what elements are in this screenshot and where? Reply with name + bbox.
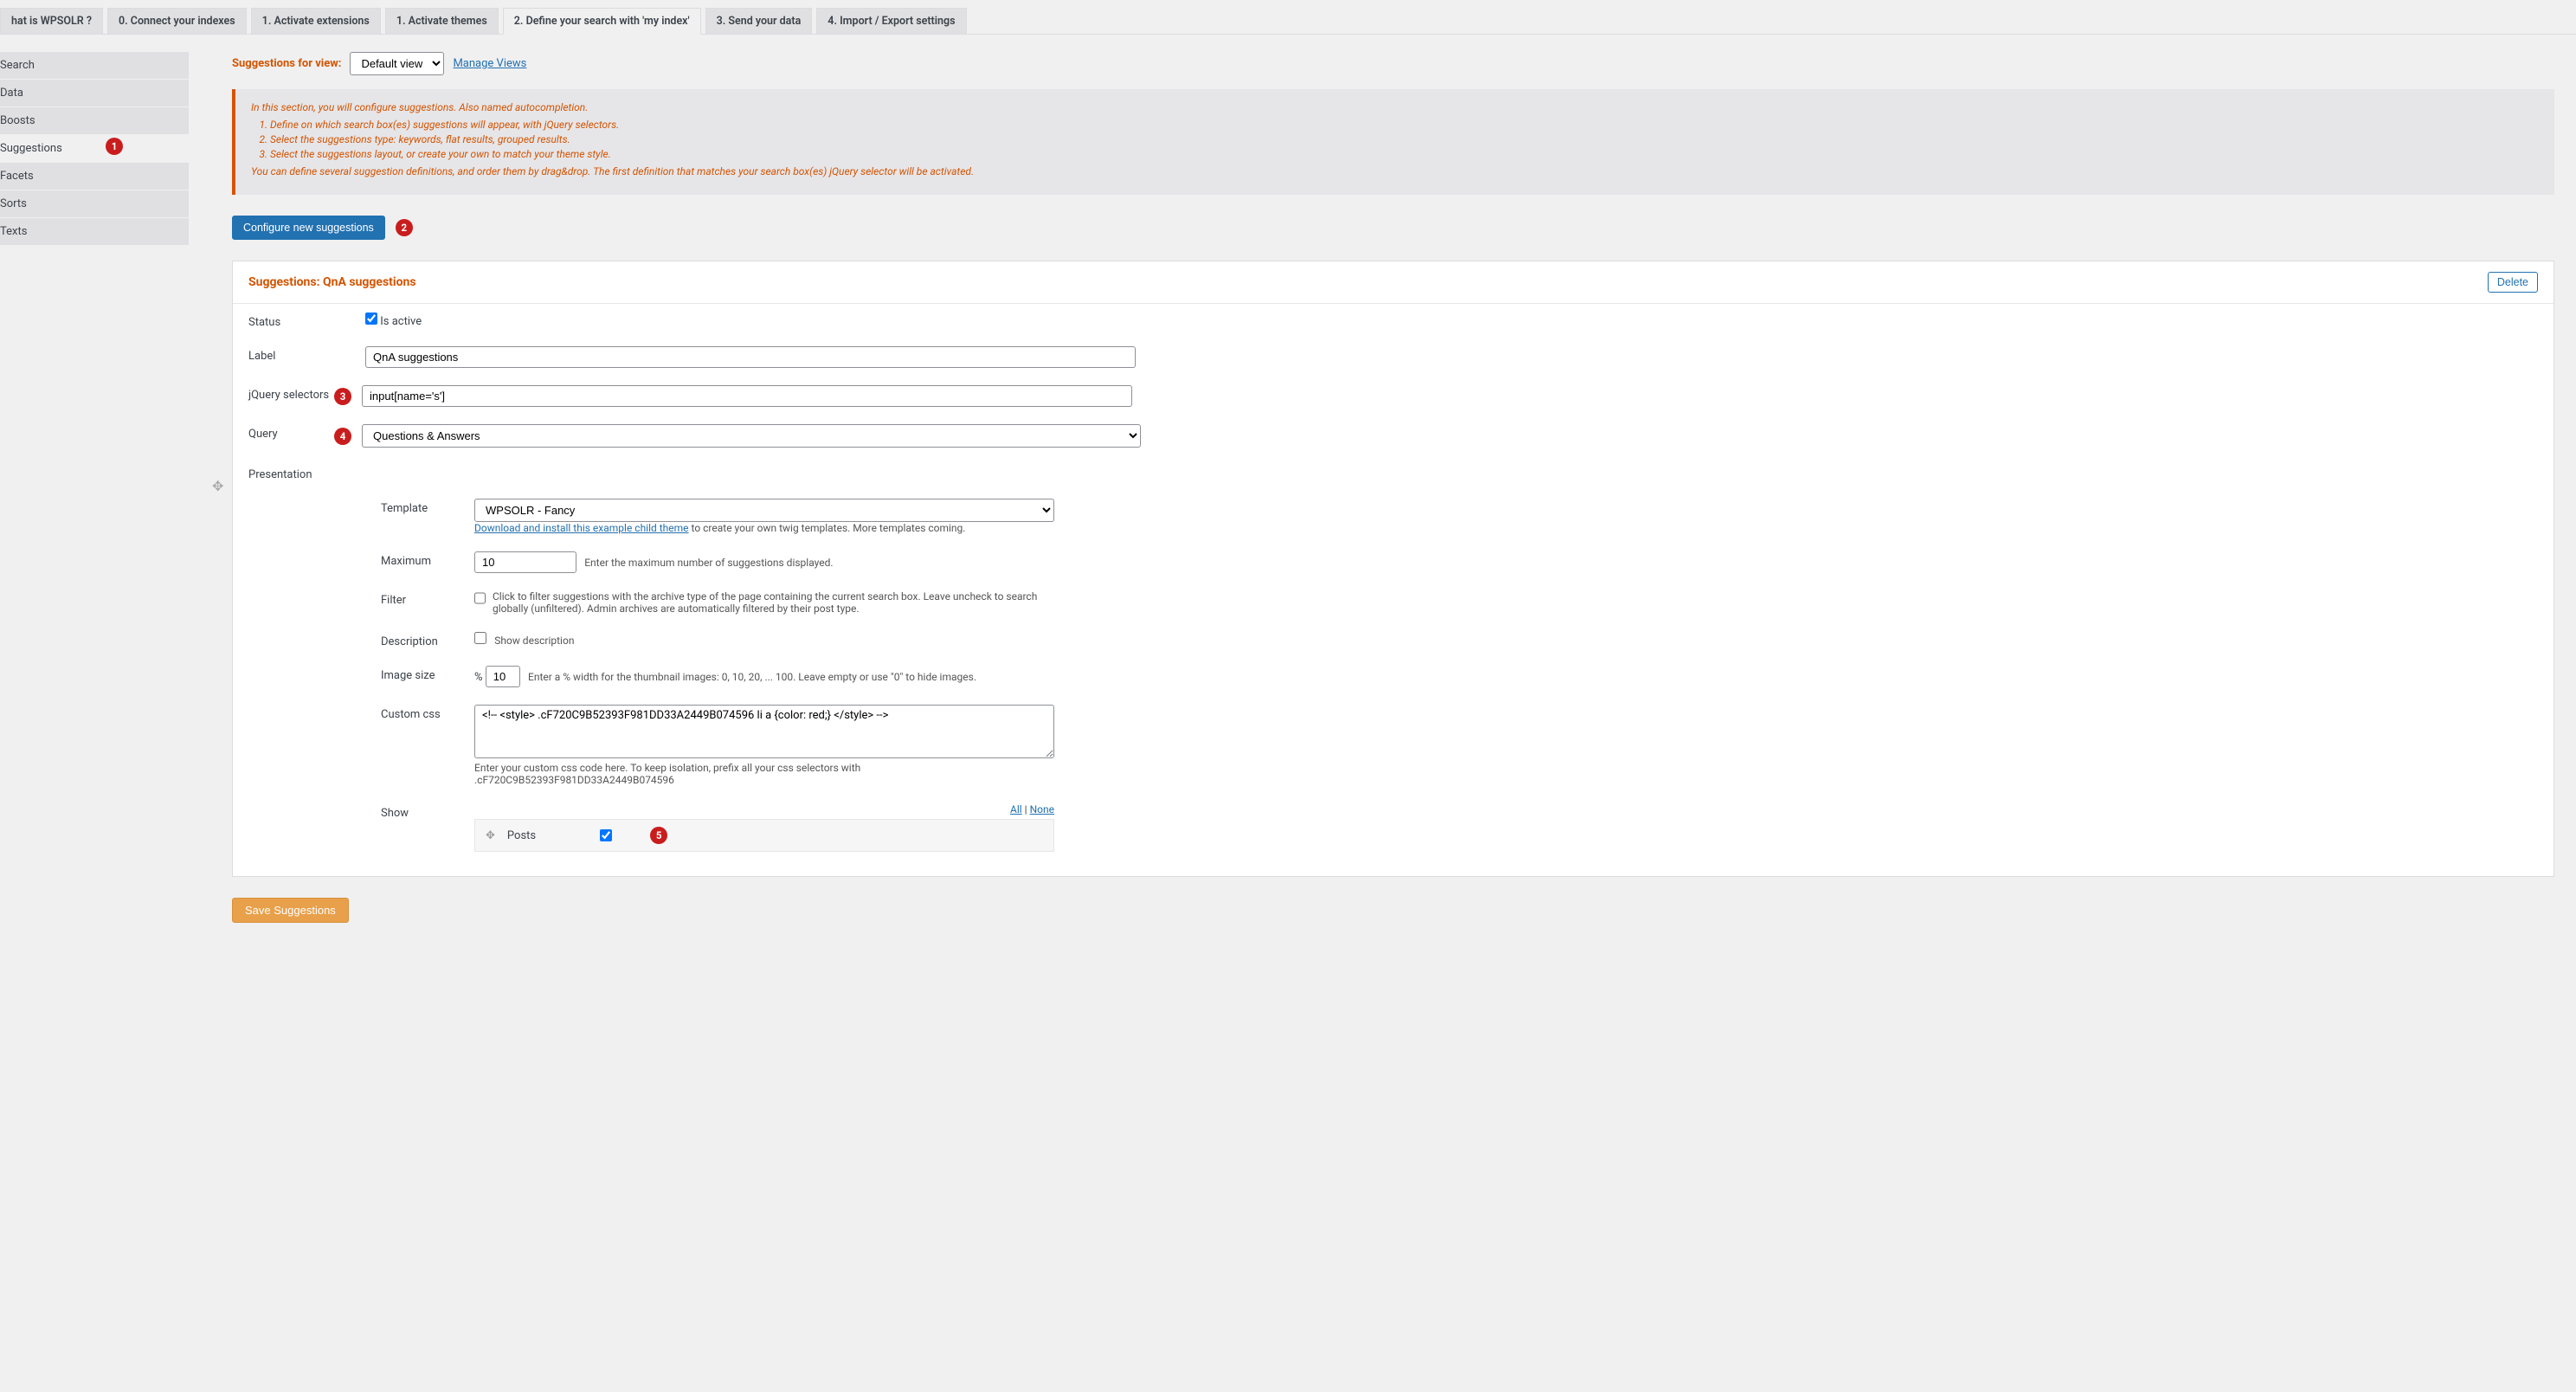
is-active-checkbox[interactable] — [365, 313, 377, 325]
annotation-badge-2: 2 — [396, 219, 413, 236]
maximum-label: Maximum — [381, 551, 474, 568]
status-label: Status — [248, 313, 365, 329]
customcss-desc: Enter your custom css code here. To keep… — [474, 762, 1054, 786]
show-item-label: Posts — [507, 829, 536, 842]
tab-send-data[interactable]: 3. Send your data — [705, 8, 813, 34]
filter-checkbox[interactable] — [474, 592, 486, 604]
label-input[interactable] — [365, 346, 1136, 368]
imgsize-input[interactable] — [486, 666, 520, 687]
show-label: Show — [381, 803, 474, 820]
show-all-link[interactable]: All — [1010, 803, 1022, 815]
info-step: Select the suggestions layout, or create… — [270, 148, 2539, 160]
sidebar-item-label: Suggestions — [0, 142, 62, 155]
show-description-label: Show description — [494, 635, 574, 647]
tab-activate-themes[interactable]: 1. Activate themes — [385, 8, 499, 34]
customcss-label: Custom css — [381, 705, 474, 721]
maximum-desc: Enter the maximum number of suggestions … — [584, 557, 833, 569]
selectors-row: jQuery selectors 3 — [233, 377, 2553, 416]
selectors-input[interactable] — [362, 385, 1132, 407]
description-row: Description Show description — [248, 623, 2538, 657]
show-item-row: ✥ Posts 5 — [474, 819, 1054, 852]
sidebar-item-facets[interactable]: Facets — [0, 163, 189, 190]
view-select[interactable]: Default view — [350, 52, 444, 75]
top-tabs: hat is WPSOLR ? 0. Connect your indexes … — [0, 0, 2576, 35]
drag-handle-icon[interactable]: ✥ — [486, 829, 495, 842]
info-steps: Define on which search box(es) suggestio… — [251, 119, 2539, 160]
template-row: Template WPSOLR - Fancy Download and ins… — [248, 490, 2538, 543]
configure-new-suggestions-button[interactable]: Configure new suggestions — [232, 216, 385, 240]
presentation-block: Template WPSOLR - Fancy Download and ins… — [233, 490, 2553, 876]
suggestion-panel: ✥ Suggestions: QnA suggestions Delete St… — [232, 261, 2554, 877]
template-link-after: to create your own twig templates. More … — [689, 522, 966, 534]
info-step: Select the suggestions type: keywords, f… — [270, 133, 2539, 145]
annotation-badge-3: 3 — [334, 388, 351, 405]
imgsize-label: Image size — [381, 666, 474, 682]
delete-button[interactable]: Delete — [2488, 272, 2538, 293]
panel-header: Suggestions: QnA suggestions Delete — [233, 261, 2553, 304]
show-description-checkbox[interactable] — [474, 632, 486, 644]
tab-connect-indexes[interactable]: 0. Connect your indexes — [107, 8, 247, 34]
content: Suggestions for view: Default view Manag… — [189, 35, 2576, 957]
label-row: Label — [233, 338, 2553, 377]
query-row: Query 4 Questions & Answers — [233, 416, 2553, 456]
sidebar: Search Data Boosts Suggestions 1 Facets … — [0, 35, 189, 246]
panel-title: Suggestions: QnA suggestions — [248, 275, 416, 289]
annotation-badge-1: 1 — [106, 138, 123, 155]
customcss-textarea[interactable] — [474, 705, 1054, 758]
imgsize-row: Image size % Enter a % width for the thu… — [248, 657, 2538, 696]
tab-what-is-wpsolr[interactable]: hat is WPSOLR ? — [0, 8, 103, 34]
info-note: You can define several suggestion defini… — [251, 165, 2539, 177]
sidebar-item-texts[interactable]: Texts — [0, 218, 189, 245]
is-active-label: Is active — [380, 315, 422, 328]
annotation-badge-4: 4 — [334, 428, 351, 445]
sidebar-item-data[interactable]: Data — [0, 80, 189, 106]
manage-views-link[interactable]: Manage Views — [453, 57, 526, 70]
info-step: Define on which search box(es) suggestio… — [270, 119, 2539, 131]
query-select[interactable]: Questions & Answers — [362, 424, 1141, 448]
panel-drag-handle-icon[interactable]: ✥ — [212, 478, 223, 494]
sidebar-item-sorts[interactable]: Sorts — [0, 190, 189, 217]
view-label: Suggestions for view: — [232, 57, 341, 70]
info-box: In this section, you will configure sugg… — [232, 89, 2554, 195]
sidebar-item-boosts[interactable]: Boosts — [0, 107, 189, 134]
save-suggestions-button[interactable]: Save Suggestions — [232, 898, 349, 923]
imgsize-prefix: % — [474, 671, 483, 684]
filter-label: Filter — [381, 590, 474, 607]
info-intro: In this section, you will configure sugg… — [251, 101, 2539, 113]
filter-desc: Click to filter suggestions with the arc… — [493, 590, 1054, 615]
tab-define-search[interactable]: 2. Define your search with 'my index' — [503, 8, 701, 35]
presentation-row: Presentation — [233, 456, 2553, 490]
view-selector-row: Suggestions for view: Default view Manag… — [232, 52, 2554, 75]
description-label: Description — [381, 632, 474, 648]
annotation-badge-5: 5 — [650, 827, 667, 844]
imgsize-desc: Enter a % width for the thumbnail images… — [528, 671, 976, 683]
template-child-theme-link[interactable]: Download and install this example child … — [474, 522, 689, 534]
tab-activate-extensions[interactable]: 1. Activate extensions — [251, 8, 381, 34]
status-row: Status Is active — [233, 304, 2553, 338]
maximum-row: Maximum Enter the maximum number of sugg… — [248, 543, 2538, 582]
sidebar-item-suggestions[interactable]: Suggestions 1 — [0, 135, 189, 162]
template-select[interactable]: WPSOLR - Fancy — [474, 499, 1054, 522]
presentation-label: Presentation — [248, 465, 365, 481]
customcss-row: Custom css Enter your custom css code he… — [248, 696, 2538, 795]
tab-import-export[interactable]: 4. Import / Export settings — [816, 8, 966, 34]
show-row-container: Show All | None ✥ Posts 5 — [248, 795, 2538, 860]
filter-row: Filter Click to filter suggestions with … — [248, 582, 2538, 623]
configure-row: Configure new suggestions 2 — [232, 216, 2554, 240]
maximum-input[interactable] — [474, 551, 576, 573]
show-posts-checkbox[interactable] — [600, 829, 612, 841]
template-label: Template — [381, 499, 474, 515]
label-label: Label — [248, 346, 365, 363]
sidebar-item-search[interactable]: Search — [0, 52, 189, 79]
show-none-link[interactable]: None — [1030, 803, 1054, 815]
show-links: All | None — [474, 803, 1054, 815]
